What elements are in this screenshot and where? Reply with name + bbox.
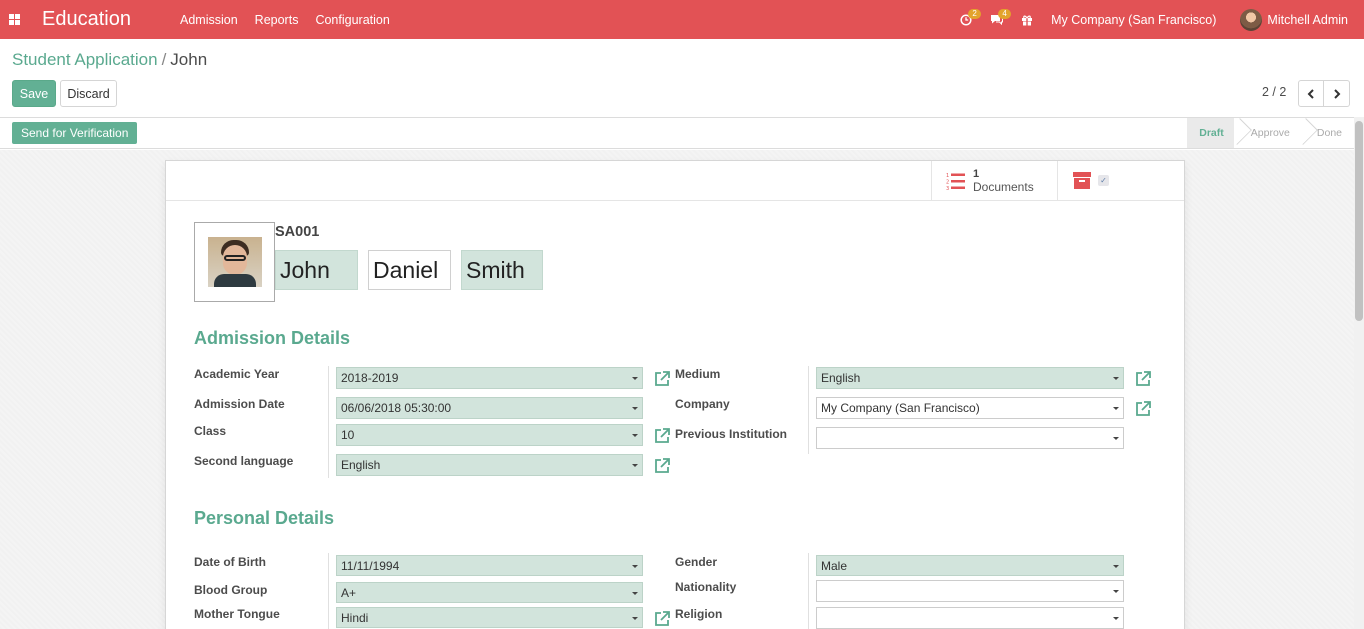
admission-date-value: 06/06/2018 05:30:00 [341, 401, 452, 415]
external-link-icon[interactable] [653, 457, 671, 475]
academic-year-select[interactable]: 2018-2019 [336, 367, 643, 389]
gender-select[interactable]: Male [816, 555, 1124, 576]
religion-label: Religion [675, 607, 723, 621]
company-select[interactable]: My Company (San Francisco) [816, 397, 1124, 419]
external-link-icon[interactable] [1134, 370, 1152, 388]
statusbar: Send for Verification Draft Approve Done [0, 117, 1364, 149]
list-ordered-icon: 1 2 3 [946, 173, 965, 191]
app-brand[interactable]: Education [42, 8, 180, 31]
blood-group-label: Blood Group [194, 583, 268, 597]
menu-admission[interactable]: Admission [180, 13, 238, 27]
student-code: SA001 [275, 224, 320, 240]
stage-pipeline: Draft Approve Done [1187, 118, 1352, 148]
admission-date-input[interactable]: 06/06/2018 05:30:00 [336, 397, 643, 419]
first-name-field[interactable]: John [275, 250, 358, 290]
messages-count-badge: 4 [998, 9, 1012, 19]
second-language-select[interactable]: English [336, 454, 643, 476]
breadcrumb: Student Application / John [12, 50, 207, 70]
company-label: Company [675, 397, 730, 411]
svg-text:2: 2 [946, 179, 949, 185]
mother-tongue-label: Mother Tongue [194, 607, 280, 621]
top-navbar: Education Admission Reports Configuratio… [0, 0, 1364, 39]
admission-details-title: Admission Details [194, 328, 351, 348]
user-name: Mitchell Admin [1267, 12, 1348, 27]
archive-icon [1073, 172, 1091, 189]
vertical-scrollbar[interactable] [1354, 117, 1364, 629]
documents-count: 1 [973, 167, 980, 180]
blood-group-value: A+ [341, 585, 357, 600]
apps-menu-icon[interactable] [1, 0, 27, 39]
svg-text:1: 1 [946, 173, 949, 179]
stage-approve[interactable]: Approve [1235, 118, 1300, 148]
medium-select[interactable]: English [816, 367, 1124, 389]
discard-button[interactable]: Discard [60, 80, 117, 107]
gift-icon[interactable] [1021, 14, 1033, 26]
class-label: Class [194, 424, 227, 438]
dob-input[interactable]: 11/11/1994 [336, 555, 643, 576]
previous-institution-label: Previous Institution [675, 427, 788, 441]
dob-value: 11/11/1994 [341, 558, 400, 573]
external-link-icon[interactable] [653, 610, 671, 628]
blood-group-select[interactable]: A+ [336, 582, 643, 603]
medium-label: Medium [675, 367, 721, 381]
nationality-select[interactable] [816, 580, 1124, 602]
breadcrumb-separator: / [161, 50, 167, 69]
documents-label: Documents [973, 179, 1034, 194]
second-language-label: Second language [194, 454, 294, 468]
next-record-button[interactable] [1324, 80, 1350, 107]
mother-tongue-select[interactable]: Hindi [336, 607, 643, 628]
messages-icon[interactable]: 4 [990, 9, 1012, 25]
external-link-icon[interactable] [653, 427, 671, 445]
previous-record-button[interactable] [1298, 80, 1324, 107]
archive-toggle-button[interactable]: ✓ [1059, 161, 1129, 200]
religion-select[interactable] [816, 607, 1124, 629]
scrollbar-thumb[interactable] [1355, 121, 1363, 321]
pager-value[interactable]: 2 / 2 [1262, 85, 1286, 99]
previous-institution-select[interactable] [816, 427, 1124, 449]
svg-text:3: 3 [946, 186, 949, 191]
stage-done[interactable]: Done [1301, 118, 1352, 148]
second-language-value: English [341, 458, 381, 472]
chevron-left-icon [1307, 88, 1314, 99]
breadcrumb-current: John [170, 50, 208, 69]
avatar [1240, 8, 1263, 31]
menu-configuration[interactable]: Configuration [315, 13, 389, 27]
dob-label: Date of Birth [194, 555, 266, 569]
academic-year-label: Academic Year [194, 367, 280, 381]
smart-button-box: 1 2 3 1 Documents ✓ [166, 161, 1184, 201]
user-menu[interactable]: Mitchell Admin [1240, 8, 1348, 31]
form-sheet: 1 2 3 1 Documents ✓ SA001 John Daniel Sm… [165, 160, 1185, 629]
external-link-icon[interactable] [1134, 400, 1152, 418]
send-for-verification-button[interactable]: Send for Verification [12, 122, 138, 144]
medium-value: English [821, 371, 861, 385]
academic-year-value: 2018-2019 [341, 371, 399, 385]
pager-buttons [1298, 80, 1350, 107]
chevron-right-icon [1333, 88, 1340, 99]
gender-value: Male [821, 558, 848, 573]
activity-icon[interactable]: 2 [960, 8, 982, 26]
class-select[interactable]: 10 [336, 424, 643, 446]
external-link-icon[interactable] [653, 370, 671, 388]
save-button[interactable]: Save [12, 80, 56, 107]
mother-tongue-value: Hindi [341, 610, 369, 625]
check-icon: ✓ [1098, 175, 1109, 186]
last-name-field[interactable]: Smith [461, 250, 543, 290]
gender-label: Gender [675, 555, 718, 569]
breadcrumb-parent[interactable]: Student Application [12, 50, 158, 69]
admission-date-label: Admission Date [194, 397, 285, 411]
company-switcher[interactable]: My Company (San Francisco) [1051, 13, 1216, 27]
student-photo[interactable] [194, 222, 275, 302]
middle-name-field[interactable]: Daniel [368, 250, 451, 290]
company-value: My Company (San Francisco) [821, 401, 980, 415]
documents-smart-button[interactable]: 1 2 3 1 Documents [931, 161, 1058, 200]
class-value: 10 [341, 428, 355, 442]
activity-count-badge: 2 [968, 8, 982, 19]
personal-details-title: Personal Details [194, 508, 335, 528]
nationality-label: Nationality [675, 580, 737, 594]
menu-reports[interactable]: Reports [255, 13, 299, 27]
